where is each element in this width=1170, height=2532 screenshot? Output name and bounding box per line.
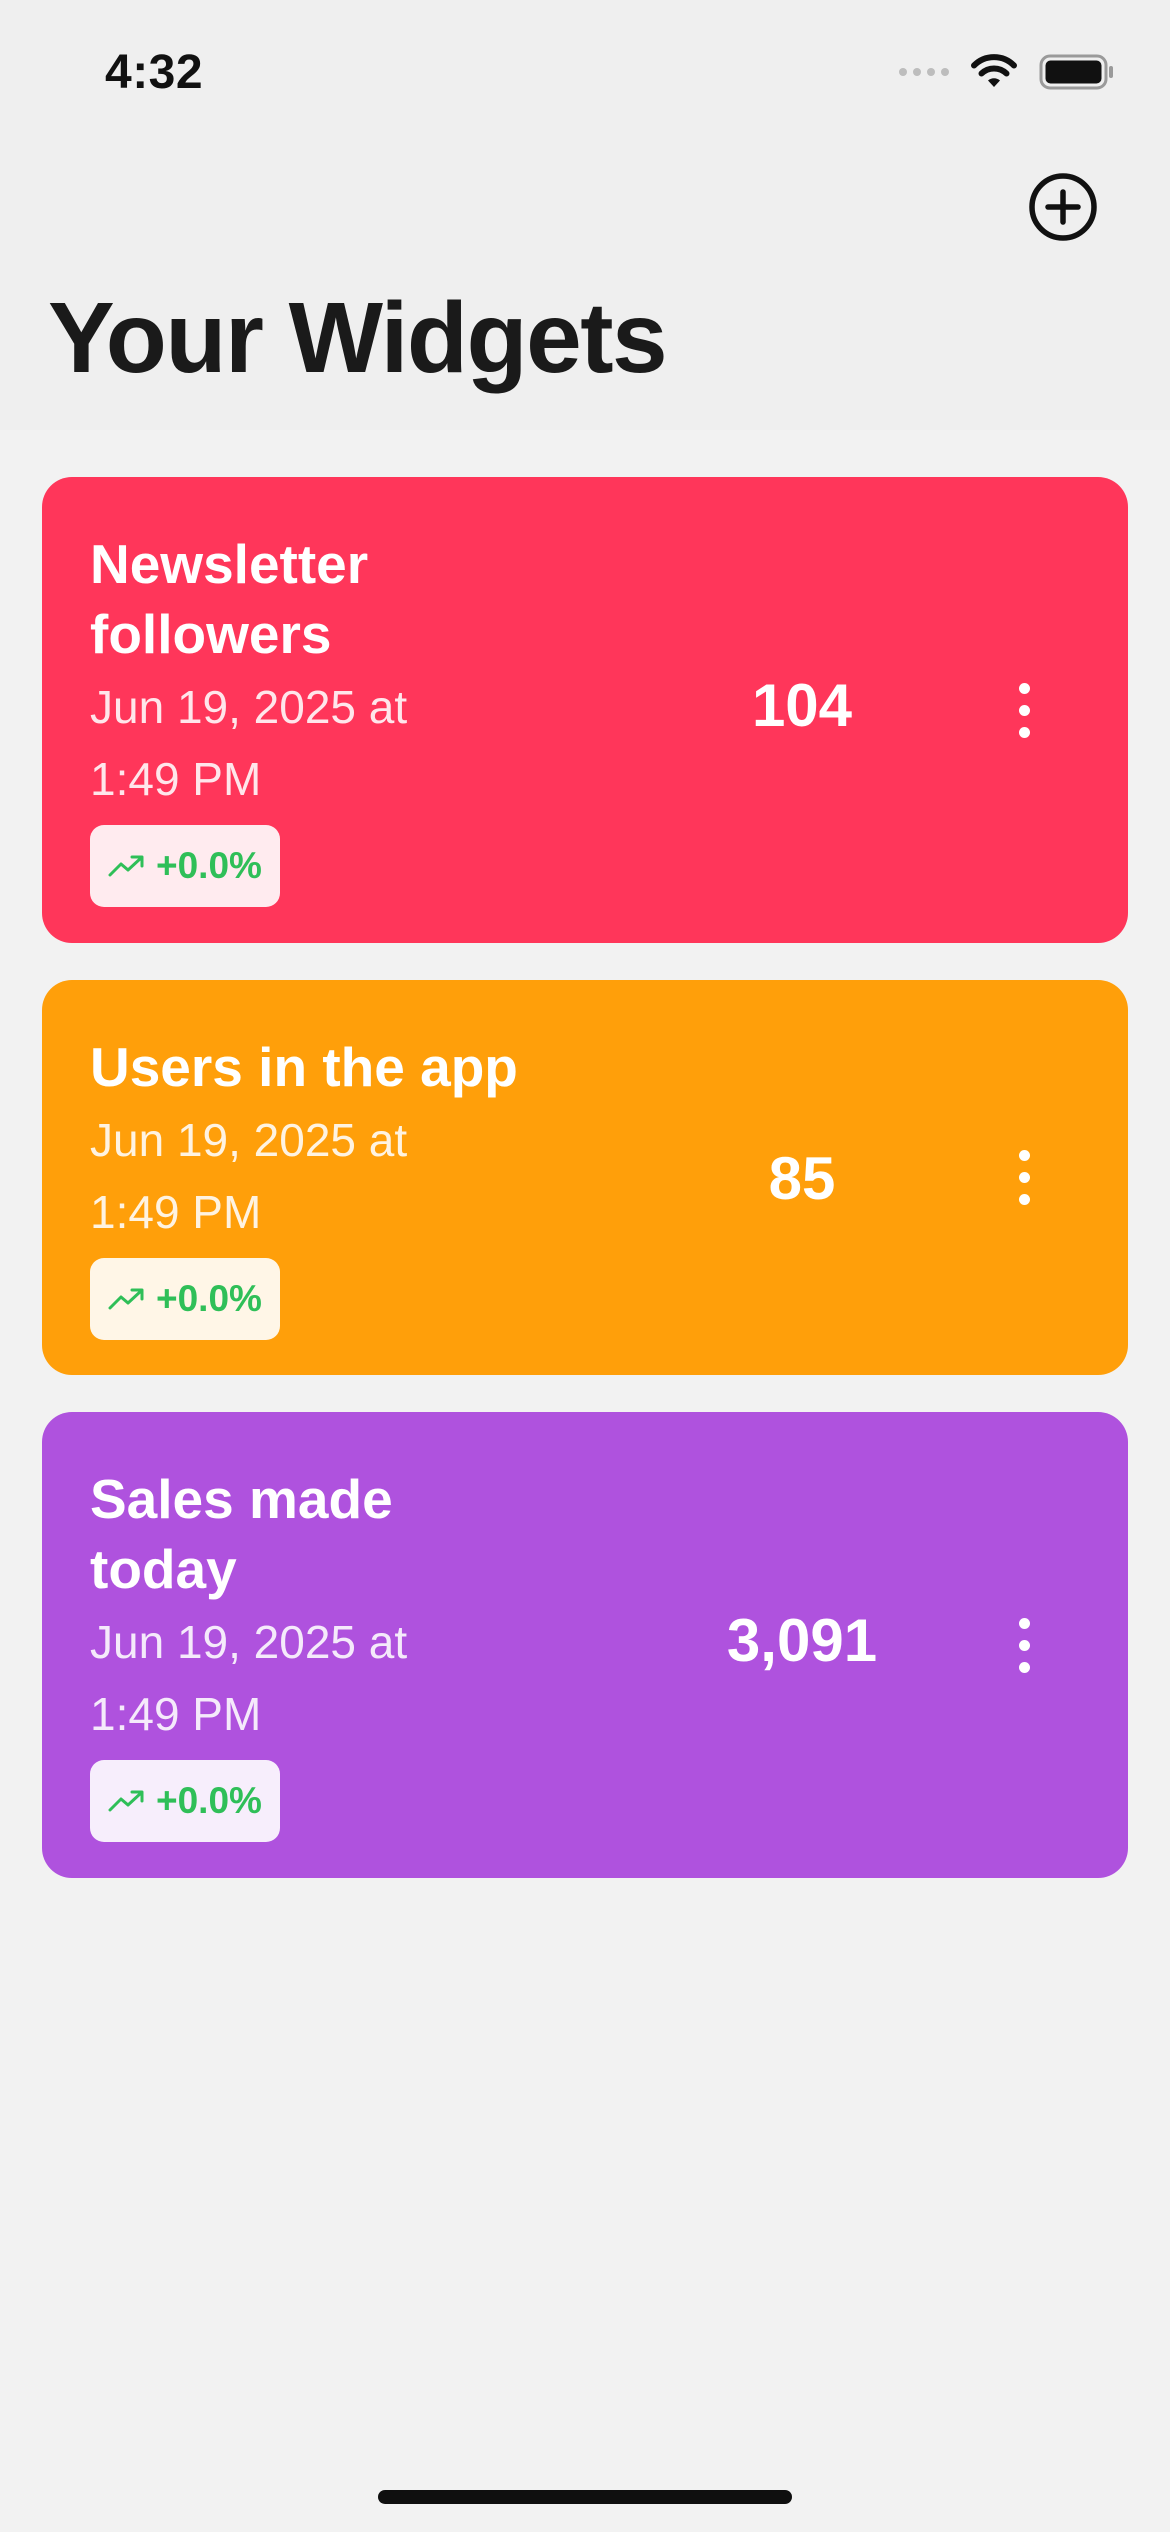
trend-up-icon <box>108 1790 144 1812</box>
trend-badge: +0.0% <box>90 1760 280 1842</box>
widget-value: 85 <box>768 1145 836 1212</box>
status-icons <box>899 52 1115 92</box>
page-title: Your Widgets <box>48 282 668 394</box>
more-options-button[interactable] <box>1004 675 1044 745</box>
add-widget-button[interactable] <box>1028 172 1098 242</box>
wifi-icon <box>971 54 1017 87</box>
trend-value: +0.0% <box>156 845 262 886</box>
home-indicator[interactable] <box>378 2490 792 2504</box>
widget-value: 104 <box>751 672 853 739</box>
widget-info: Newsletter followers Jun 19, 2025 at 1:4… <box>90 529 510 907</box>
more-options-button[interactable] <box>1004 1142 1044 1212</box>
widget-title: Sales made today <box>90 1468 393 1600</box>
trend-badge: +0.0% <box>90 1258 280 1340</box>
status-bar: 4:32 <box>0 0 1170 140</box>
widget-date-line2: 1:49 PM <box>90 1688 262 1740</box>
more-options-button[interactable] <box>1004 1610 1044 1680</box>
widget-date-line1: Jun 19, 2025 at <box>90 1114 408 1166</box>
trend-up-icon <box>108 1288 144 1310</box>
more-vertical-icon <box>1018 1617 1030 1629</box>
header-area: 4:32 Your Widgets <box>0 0 1170 430</box>
widget-date-line2: 1:49 PM <box>90 1186 262 1238</box>
widget-date-line1: Jun 19, 2025 at <box>90 681 408 733</box>
widget-card[interactable]: Newsletter followers Jun 19, 2025 at 1:4… <box>42 477 1128 943</box>
widget-date: Jun 19, 2025 at 1:49 PM <box>90 1606 510 1750</box>
plus-circle-icon <box>1029 173 1097 241</box>
widget-card[interactable]: Sales made today Jun 19, 2025 at 1:49 PM… <box>42 1412 1128 1878</box>
cellular-signal-icon <box>899 68 949 76</box>
widget-info: Users in the app Jun 19, 2025 at 1:49 PM… <box>90 1032 518 1340</box>
widget-info: Sales made today Jun 19, 2025 at 1:49 PM… <box>90 1464 510 1842</box>
more-vertical-icon <box>1018 1149 1030 1161</box>
widget-date-line1: Jun 19, 2025 at <box>90 1616 408 1668</box>
widget-date: Jun 19, 2025 at 1:49 PM <box>90 671 510 815</box>
trend-badge: +0.0% <box>90 825 280 907</box>
trend-value: +0.0% <box>156 1780 262 1821</box>
widget-title: Newsletter followers <box>90 533 369 665</box>
widget-date: Jun 19, 2025 at 1:49 PM <box>90 1104 510 1248</box>
battery-icon <box>1039 54 1113 90</box>
widget-card[interactable]: Users in the app Jun 19, 2025 at 1:49 PM… <box>42 980 1128 1375</box>
status-time: 4:32 <box>105 46 204 99</box>
widget-title: Users in the app <box>90 1036 518 1098</box>
widget-date-line2: 1:49 PM <box>90 753 262 805</box>
trend-value: +0.0% <box>156 1278 262 1319</box>
widget-value: 3,091 <box>726 1607 878 1674</box>
more-vertical-icon <box>1018 682 1030 694</box>
trend-up-icon <box>108 855 144 877</box>
widget-list: Newsletter followers Jun 19, 2025 at 1:4… <box>42 477 1128 1915</box>
